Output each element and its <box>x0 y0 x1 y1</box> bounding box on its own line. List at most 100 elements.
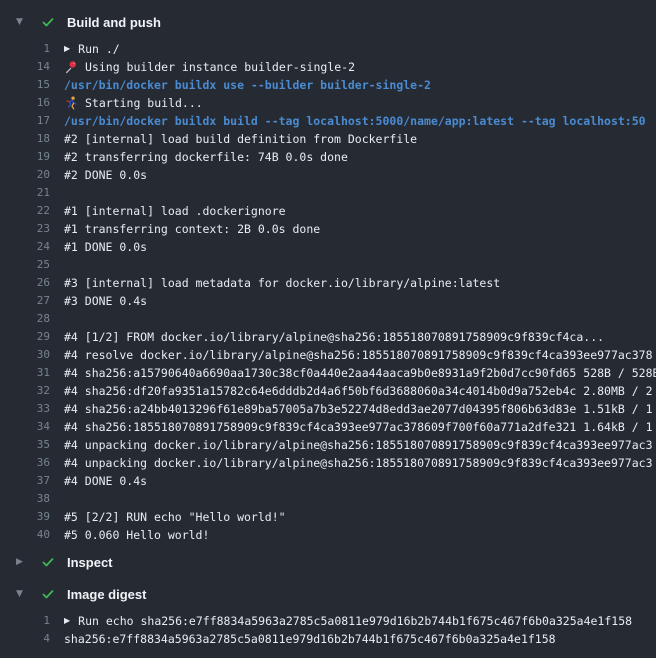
log-line: 20 #2 DONE 0.0s <box>0 166 656 184</box>
log-text: sha256:e7ff8834a5963a2785c5a0811e979d16b… <box>64 630 556 648</box>
log-line: 34 #4 sha256:185518070891758909c9f839cf4c… <box>0 418 656 436</box>
log-text-content: #4 sha256:185518070891758909c9f839cf4ca3… <box>64 418 653 436</box>
line-number[interactable]: 22 <box>0 202 50 220</box>
line-number[interactable]: 29 <box>0 328 50 346</box>
log-text: #4 sha256:a15790640a6690aa1730c38cf0a440… <box>64 364 656 382</box>
log-line: 36 #4 unpacking docker.io/library/alpine@… <box>0 454 656 472</box>
log-text: #3 [internal] load metadata for docker.i… <box>64 274 500 292</box>
line-number[interactable]: 32 <box>0 382 50 400</box>
log-text: #4 unpacking docker.io/library/alpine@sh… <box>64 436 653 454</box>
log-text: #4 sha256:185518070891758909c9f839cf4ca3… <box>64 418 653 436</box>
log-text-content: #5 [2/2] RUN echo "Hello world!" <box>64 508 286 526</box>
log-lines-image-digest: 1▶Run echo sha256:e7ff8834a5963a2785c5a0… <box>0 612 656 648</box>
expand-group-icon[interactable]: ▶ <box>64 612 70 630</box>
log-line: 14 Using builder instance builder-single-… <box>0 58 656 76</box>
log-text: #5 [2/2] RUN echo "Hello world!" <box>64 508 286 526</box>
log-line: 37 #4 DONE 0.4s <box>0 472 656 490</box>
line-number[interactable]: 24 <box>0 238 50 256</box>
section-header-build-and-push[interactable]: ▼ Build and push <box>0 10 656 34</box>
log-line: 23 #1 transferring context: 2B 0.0s done <box>0 220 656 238</box>
chevron-down-icon[interactable]: ▼ <box>16 10 29 34</box>
log-line: 33 #4 sha256:a24bb4013296f61e89ba57005a7b… <box>0 400 656 418</box>
log-text: #1 transferring context: 2B 0.0s done <box>64 220 320 238</box>
log-text-content: Using builder instance builder-single-2 <box>85 58 355 76</box>
log-text-content: #1 [internal] load .dockerignore <box>64 202 286 220</box>
log-text-content: #4 unpacking docker.io/library/alpine@sh… <box>64 436 653 454</box>
workflow-log-viewer: ▼ Build and push 1▶Run ./14Using builder… <box>0 0 656 648</box>
log-line: 4 sha256:e7ff8834a5963a2785c5a0811e979d16… <box>0 630 656 648</box>
section-header-image-digest[interactable]: ▼ Image digest <box>0 582 656 606</box>
line-number[interactable]: 40 <box>0 526 50 544</box>
line-number[interactable]: 14 <box>0 58 50 76</box>
log-line: 18 #2 [internal] load build definition fr… <box>0 130 656 148</box>
line-number[interactable]: 37 <box>0 472 50 490</box>
expand-group-icon[interactable]: ▶ <box>64 40 70 58</box>
log-text-content: #5 0.060 Hello world! <box>64 526 209 544</box>
runner-icon <box>64 96 78 110</box>
line-number[interactable]: 1 <box>0 40 50 58</box>
line-number[interactable]: 17 <box>0 112 50 130</box>
log-text-content: #4 sha256:a15790640a6690aa1730c38cf0a440… <box>64 364 656 382</box>
section-title: Image digest <box>67 587 146 602</box>
line-number[interactable]: 31 <box>0 364 50 382</box>
log-group-line[interactable]: 1▶Run echo sha256:e7ff8834a5963a2785c5a0… <box>0 612 656 630</box>
line-number[interactable]: 33 <box>0 400 50 418</box>
line-number[interactable]: 20 <box>0 166 50 184</box>
section-image-digest: ▼ Image digest 1▶Run echo sha256:e7ff883… <box>0 582 656 648</box>
line-number[interactable]: 35 <box>0 436 50 454</box>
log-line: 31 #4 sha256:a15790640a6690aa1730c38cf0a4… <box>0 364 656 382</box>
log-text: #2 transferring dockerfile: 74B 0.0s don… <box>64 148 348 166</box>
line-number[interactable]: 18 <box>0 130 50 148</box>
line-number[interactable]: 15 <box>0 76 50 94</box>
log-text: Using builder instance builder-single-2 <box>64 58 355 76</box>
line-number[interactable]: 39 <box>0 508 50 526</box>
log-line: 25 <box>0 256 656 274</box>
log-line: 19 #2 transferring dockerfile: 74B 0.0s d… <box>0 148 656 166</box>
log-text: #4 sha256:a24bb4013296f61e89ba57005a7b3e… <box>64 400 653 418</box>
line-number[interactable]: 38 <box>0 490 50 508</box>
chevron-down-icon[interactable]: ▼ <box>16 582 29 606</box>
log-text-content: #1 transferring context: 2B 0.0s done <box>64 220 320 238</box>
log-text-content: #4 [1/2] FROM docker.io/library/alpine@s… <box>64 328 604 346</box>
success-check-icon <box>41 587 55 601</box>
log-text: #5 0.060 Hello world! <box>64 526 209 544</box>
log-text-content: /usr/bin/docker buildx use --builder bui… <box>64 76 431 94</box>
line-number[interactable]: 30 <box>0 346 50 364</box>
log-text-content: #2 [internal] load build definition from… <box>64 130 417 148</box>
log-text: #4 unpacking docker.io/library/alpine@sh… <box>64 454 653 472</box>
chevron-right-icon[interactable]: ▶ <box>16 550 29 574</box>
line-number[interactable]: 36 <box>0 454 50 472</box>
log-text: #4 DONE 0.4s <box>64 472 147 490</box>
log-text: #4 [1/2] FROM docker.io/library/alpine@s… <box>64 328 604 346</box>
log-line: 16 Starting build... <box>0 94 656 112</box>
log-text-content: #4 sha256:df20fa9351a15782c64e6dddb2d4a6… <box>64 382 653 400</box>
line-number[interactable]: 27 <box>0 292 50 310</box>
section-header-inspect[interactable]: ▶ Inspect <box>0 550 656 574</box>
log-text: ▶Run ./ <box>64 40 120 58</box>
line-number[interactable]: 19 <box>0 148 50 166</box>
line-number[interactable]: 21 <box>0 184 50 202</box>
log-text: /usr/bin/docker buildx use --builder bui… <box>64 76 431 94</box>
log-text-content: /usr/bin/docker buildx build --tag local… <box>64 112 646 130</box>
log-text-content: #2 DONE 0.0s <box>64 166 147 184</box>
log-line: 32 #4 sha256:df20fa9351a15782c64e6dddb2d4… <box>0 382 656 400</box>
log-text-content: #4 sha256:a24bb4013296f61e89ba57005a7b3e… <box>64 400 653 418</box>
line-number[interactable]: 28 <box>0 310 50 328</box>
log-line: 28 <box>0 310 656 328</box>
section-title: Build and push <box>67 15 161 30</box>
line-number[interactable]: 16 <box>0 94 50 112</box>
line-number[interactable]: 34 <box>0 418 50 436</box>
line-number[interactable]: 4 <box>0 630 50 648</box>
log-text: Starting build... <box>64 94 203 112</box>
log-line: 27 #3 DONE 0.4s <box>0 292 656 310</box>
log-text-content: #1 DONE 0.0s <box>64 238 147 256</box>
log-text: #3 DONE 0.4s <box>64 292 147 310</box>
line-number[interactable]: 23 <box>0 220 50 238</box>
line-number[interactable]: 1 <box>0 612 50 630</box>
line-number[interactable]: 25 <box>0 256 50 274</box>
line-number[interactable]: 26 <box>0 274 50 292</box>
log-group-line[interactable]: 1 ▶Run ./ <box>0 40 656 58</box>
log-text: #2 DONE 0.0s <box>64 166 147 184</box>
log-text-content: #3 [internal] load metadata for docker.i… <box>64 274 500 292</box>
log-text-content: Starting build... <box>85 94 203 112</box>
